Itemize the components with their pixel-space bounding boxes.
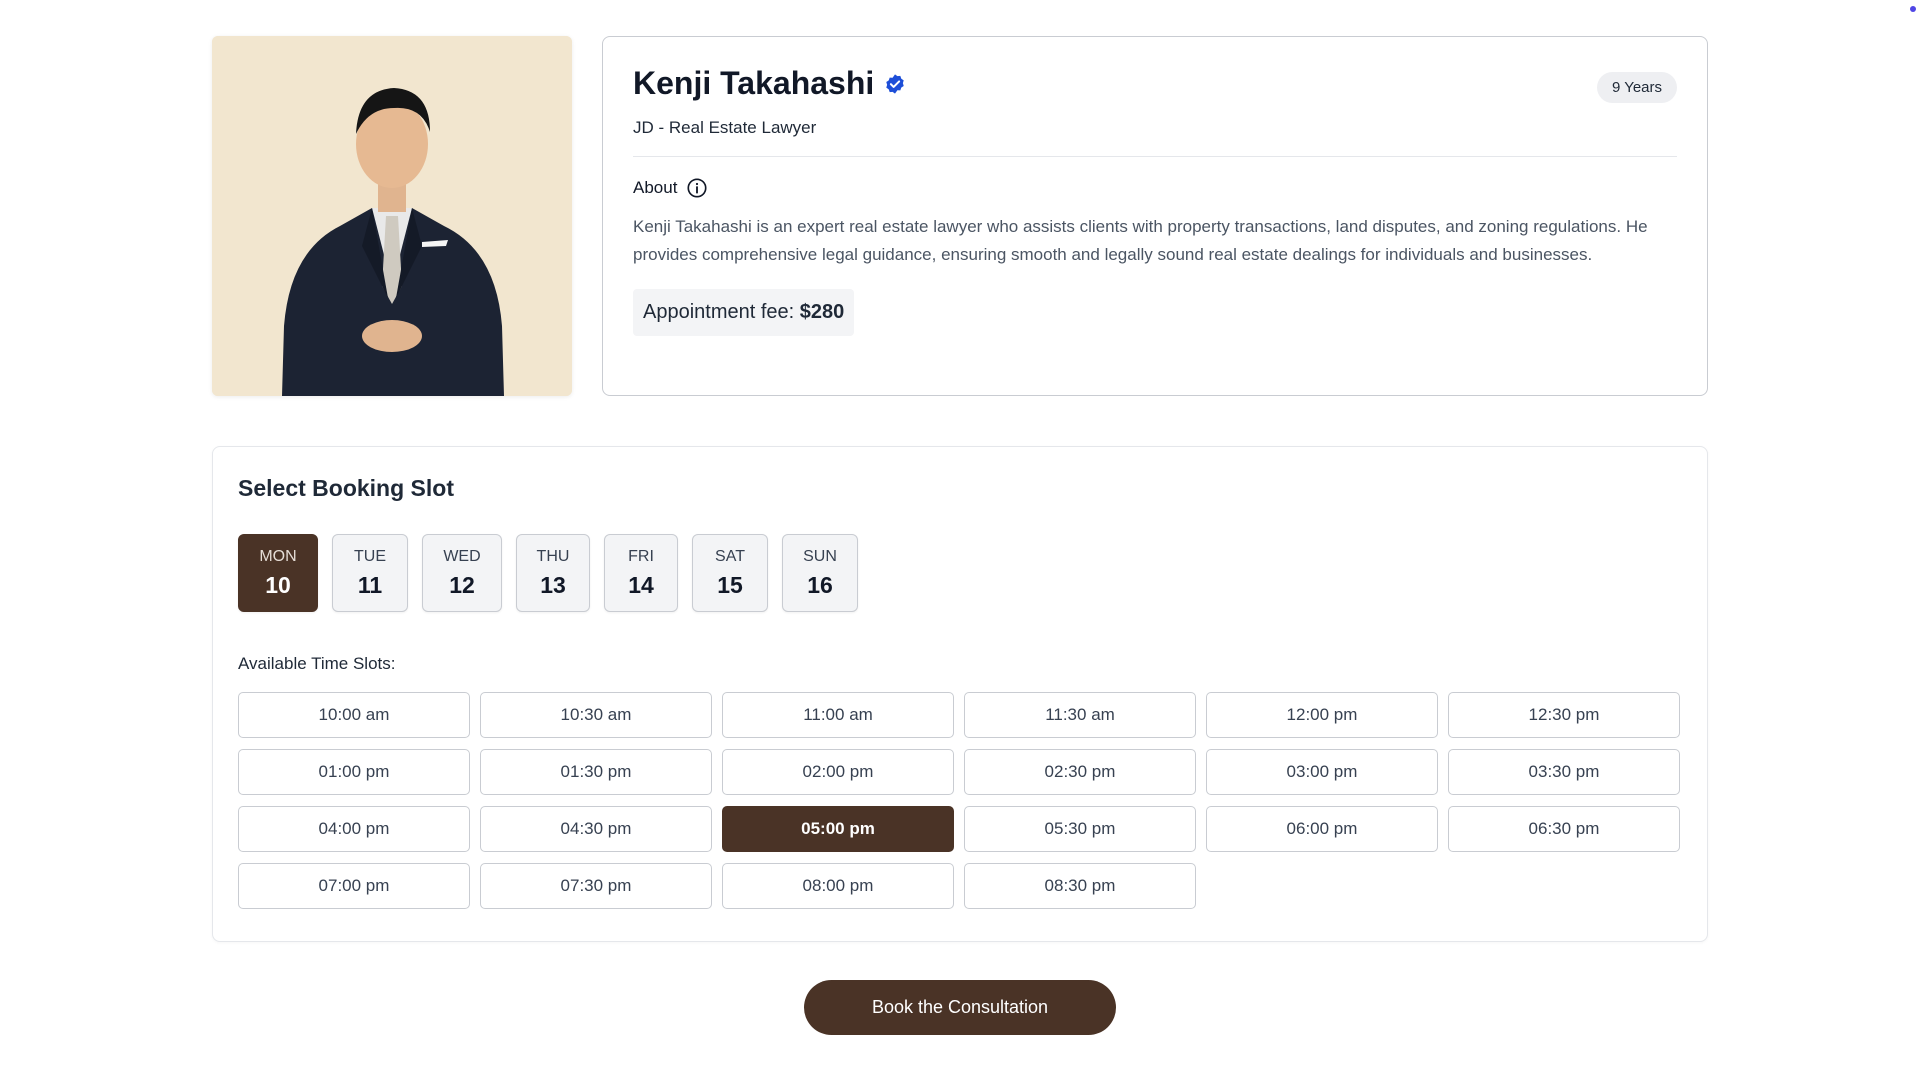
day-button-sun[interactable]: SUN 16 [782,534,858,612]
time-slot-button[interactable]: 10:30 am [480,692,712,738]
time-slot-button[interactable]: 02:30 pm [964,749,1196,795]
fee-value: $280 [799,301,845,323]
verified-check-icon [884,73,906,95]
day-name: SAT [715,547,745,565]
day-button-wed[interactable]: WED 12 [422,534,502,612]
book-consultation-button[interactable]: Book the Consultation [804,980,1116,1035]
day-date: 16 [807,571,833,598]
corner-indicator-dot [1910,6,1916,12]
time-slot-button[interactable]: 02:00 pm [722,749,954,795]
day-date: 10 [265,571,291,598]
appointment-fee: Appointment fee: $280 [633,289,855,336]
day-date: 13 [540,571,566,598]
booking-title: Select Booking Slot [238,475,454,501]
time-slot-button[interactable]: 06:30 pm [1448,806,1680,852]
time-slot-grid: 10:00 am 10:30 am 11:00 am 11:30 am 12:0… [238,692,1682,909]
time-slot-button[interactable]: 07:30 pm [480,863,712,909]
day-name: TUE [354,547,386,565]
lawyer-profile-section: Kenji Takahashi 9 Years JD - Real Estate… [212,36,1708,396]
time-slot-button[interactable]: 03:00 pm [1206,749,1438,795]
day-button-mon[interactable]: MON 10 [238,534,318,612]
time-slot-button[interactable]: 03:30 pm [1448,749,1680,795]
info-icon[interactable] [686,177,708,199]
booking-slot-section: Select Booking Slot MON 10 TUE 11 WED 12… [212,446,1708,942]
time-slot-button[interactable]: 10:00 am [238,692,470,738]
day-button-sat[interactable]: SAT 15 [692,534,768,612]
lawyer-photo [212,36,572,396]
day-button-tue[interactable]: TUE 11 [332,534,408,612]
about-label: About [633,178,678,197]
about-text: Kenji Takahashi is an expert real estate… [633,217,1648,264]
lawyer-name: Kenji Takahashi [633,65,875,101]
day-name: MON [259,547,297,565]
lawyer-title: JD - Real Estate Lawyer [633,118,817,137]
lawyer-portrait-image [212,36,572,396]
time-slot-button[interactable]: 12:30 pm [1448,692,1680,738]
time-slot-button[interactable]: 05:30 pm [964,806,1196,852]
time-slot-button[interactable]: 06:00 pm [1206,806,1438,852]
time-slot-button[interactable]: 01:30 pm [480,749,712,795]
day-selector: MON 10 TUE 11 WED 12 THU 13 FRI 14 SAT 1… [238,534,1682,612]
about-heading: About [633,177,1677,199]
day-name: SUN [803,547,837,565]
day-date: 12 [449,571,475,598]
day-date: 14 [628,571,654,598]
time-slot-button-selected[interactable]: 05:00 pm [722,806,954,852]
day-name: THU [536,547,570,565]
time-slots-label: Available Time Slots: [238,654,396,673]
fee-label: Appointment fee: [643,301,795,323]
name-row: Kenji Takahashi [633,65,1677,102]
time-slot-button[interactable]: 08:30 pm [964,863,1196,909]
day-name: FRI [628,547,654,565]
day-date: 15 [717,571,743,598]
time-slot-button[interactable]: 11:30 am [964,692,1196,738]
time-slot-button[interactable]: 01:00 pm [238,749,470,795]
time-slot-button[interactable]: 04:30 pm [480,806,712,852]
day-name: WED [443,547,481,565]
experience-badge: 9 Years [1596,72,1677,103]
time-slot-button[interactable]: 11:00 am [722,692,954,738]
time-slot-button[interactable]: 12:00 pm [1206,692,1438,738]
day-button-thu[interactable]: THU 13 [516,534,590,612]
time-slot-button[interactable]: 04:00 pm [238,806,470,852]
time-slot-button[interactable]: 07:00 pm [238,863,470,909]
divider [633,156,1677,157]
profile-card: Kenji Takahashi 9 Years JD - Real Estate… [602,36,1708,396]
time-slot-button[interactable]: 08:00 pm [722,863,954,909]
day-date: 11 [357,571,383,598]
day-button-fri[interactable]: FRI 14 [604,534,678,612]
